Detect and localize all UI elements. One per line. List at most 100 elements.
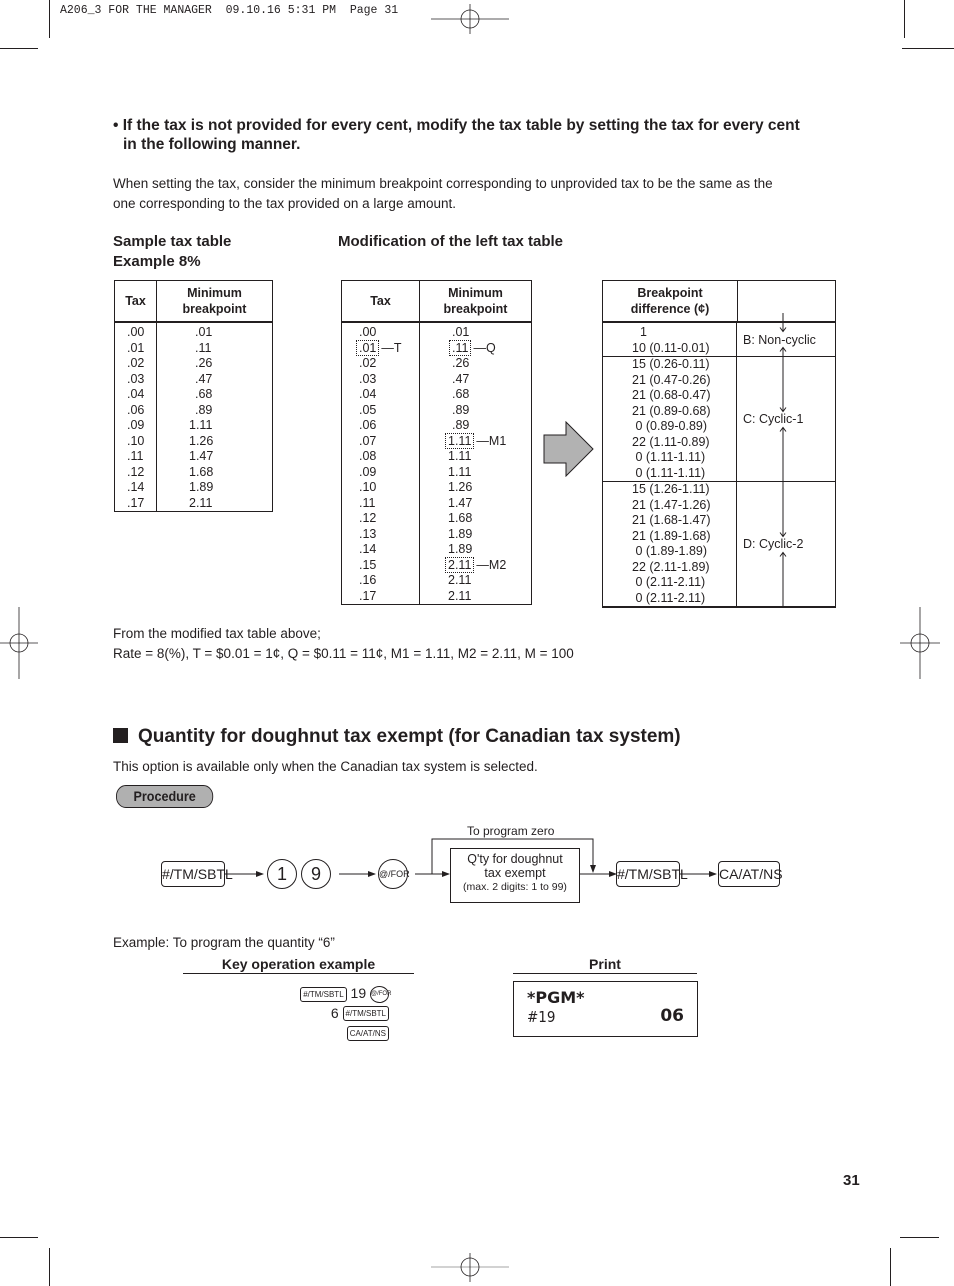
print-slug: A206_3 FOR THE MANAGER 09.10.16 5:31 PM … (60, 4, 399, 17)
key-operation-example: #/TM/SBTL 19 @/FOR 6 #/TM/SBTL CA/AT/NS (240, 984, 391, 1043)
print-value: 06 (660, 1006, 684, 1026)
table-cell-value: .11 (359, 495, 376, 510)
breakpoint-difference-table: Breakpoint difference (¢) 1 10 (0.11-0.01)… (602, 280, 836, 608)
difference-row: 0 (2.11-2.11) (632, 575, 706, 589)
subtotal-key[interactable]: #/TM/SBTL (161, 861, 233, 887)
print-mode-line: *PGM* (527, 988, 585, 1007)
sample-table-title: Sample tax table Example 8% (113, 233, 232, 270)
table-cell-value: 2.11 (445, 556, 475, 573)
difference-row: 0 (1.11-1.11) (632, 450, 706, 464)
subtotal-key[interactable]: #/TM/SBTL (616, 861, 688, 887)
difference-row: 21 (1.68-1.47) (632, 513, 711, 527)
digit-key-9[interactable]: 9 (301, 859, 331, 889)
table-row: .11 1.47 (114, 449, 273, 465)
table-row: .03 .47 (341, 371, 532, 387)
table-cell-value: 1.47 (448, 495, 473, 510)
table-cell: .01 (114, 340, 157, 356)
difference-row: 0 (1.89-1.89) (632, 544, 708, 558)
table-cell: .14 (114, 480, 157, 496)
table-cell: .04 (114, 387, 157, 403)
difference-group: 15 (0.26-0.11) 21 (0.47-0.26) 21 (0.68-0.4… (603, 356, 835, 482)
table-cell-value: 1.68 (448, 511, 473, 525)
table-cell-value: .68 (452, 387, 470, 401)
difference-row: 21 (1.47-1.26) (632, 497, 711, 512)
column-header-difference: Breakpoint difference (¢) (603, 281, 738, 321)
table-row: .14 1.89 (114, 480, 273, 496)
marker-label: —T (381, 340, 402, 355)
marker-label: —M1 (476, 433, 507, 448)
table-cell-value: .89 (452, 402, 470, 417)
table-cell: .01 (156, 322, 273, 341)
at-for-key[interactable]: @/FOR (378, 859, 410, 889)
table-row: .04.68 (341, 387, 532, 403)
table-cell: 1.11 (156, 418, 273, 434)
table-cell: .00 (114, 322, 157, 341)
table-cell-value: 1.11 (445, 432, 475, 449)
marker-label: —Q (473, 340, 496, 355)
table-row: .00 .01 (341, 322, 532, 341)
table-row: .03.47 (114, 371, 273, 387)
table-row: .13 1.89 (341, 526, 532, 542)
table-cell-value: .47 (452, 371, 470, 386)
table-cell-value: .07 (359, 433, 377, 448)
cash-key[interactable]: CA/AT/NS (718, 861, 783, 887)
table-row: .12 1.68 (114, 464, 273, 480)
difference-row: 10 (0.11-0.01) (632, 340, 710, 355)
difference-row: 21 (1.89-1.68) (632, 528, 711, 543)
table-cell: .11 (156, 340, 273, 356)
table-cell: .26 (156, 356, 273, 372)
difference-row: 21 (0.68-0.47) (632, 388, 711, 402)
right-arrow-icon (543, 421, 594, 477)
table-cell-value: .15 (359, 557, 377, 572)
table-row: .14 1.89 (341, 542, 532, 558)
column-header-tax: Tax (114, 280, 157, 323)
table-cell: .06 (114, 402, 157, 418)
key-operation-header: Key operation example (183, 956, 414, 974)
table-row: .12 1.68 (341, 511, 532, 527)
table-cell-value: .01 (452, 325, 470, 339)
table-cell-value: 1.11 (448, 464, 472, 479)
difference-group: 15 (1.26-1.11) 21 (1.47-1.26) 21 (1.68-1.4… (603, 481, 835, 607)
page-number: 31 (843, 1172, 860, 1189)
registration-mark-icon (431, 1253, 509, 1282)
difference-row: 0 (0.89-0.89) (632, 419, 708, 433)
table-cell-value: .11 (449, 339, 472, 356)
table-row: .16 2.11 (341, 573, 532, 589)
table-row: .17 2.11 (341, 588, 532, 605)
table-cell-value: .03 (359, 371, 377, 386)
digit-key-1[interactable]: 1 (267, 859, 297, 889)
print-job-code: #19 (527, 1008, 556, 1026)
table-row: .09 1.11 (341, 464, 532, 480)
table-row: .07 1.11 —M1 (341, 432, 532, 449)
table-row: .02 .26 (341, 356, 532, 372)
table-cell: .47 (156, 371, 273, 387)
modified-table-title: Modification of the left tax table (338, 233, 564, 250)
table-cell-value: .12 (359, 511, 377, 525)
table-cell-value: .02 (359, 356, 377, 370)
table-cell: 1.47 (156, 449, 273, 465)
subtotal-key: #/TM/SBTL (342, 1006, 389, 1022)
table-cell: .11 (114, 449, 157, 465)
table-cell-value: 2.11 (448, 573, 472, 587)
table-cell: 1.89 (156, 480, 273, 496)
column-header-breakpoint: Minimum breakpoint (419, 280, 532, 323)
cycle-label: C: Cyclic-1 (743, 412, 804, 426)
table-cell-value: .26 (452, 356, 470, 370)
table-cell-value: .89 (452, 418, 470, 432)
table-row: .15 2.11 —M2 (341, 556, 532, 573)
table-row: .05 .89 (341, 402, 532, 418)
square-bullet-icon (113, 728, 128, 743)
procedure-badge: Procedure (116, 785, 214, 808)
registration-mark-icon (0, 607, 38, 679)
column-header-cycle (738, 281, 835, 321)
table-cell: 1.68 (156, 464, 273, 480)
result-paragraph: From the modified tax table above; Rate … (113, 626, 574, 661)
table-cell-value: .08 (359, 449, 377, 463)
column-header-breakpoint: Minimum breakpoint (156, 280, 273, 323)
difference-row: 0 (1.11-1.11) (632, 465, 706, 480)
registration-mark-icon (900, 607, 940, 679)
difference-row: 21 (0.89-0.68) (632, 403, 711, 418)
section-description: This option is available only when the C… (113, 759, 538, 774)
difference-row: 21 (0.47-0.26) (632, 372, 711, 387)
table-row: .04.68 (114, 387, 273, 403)
